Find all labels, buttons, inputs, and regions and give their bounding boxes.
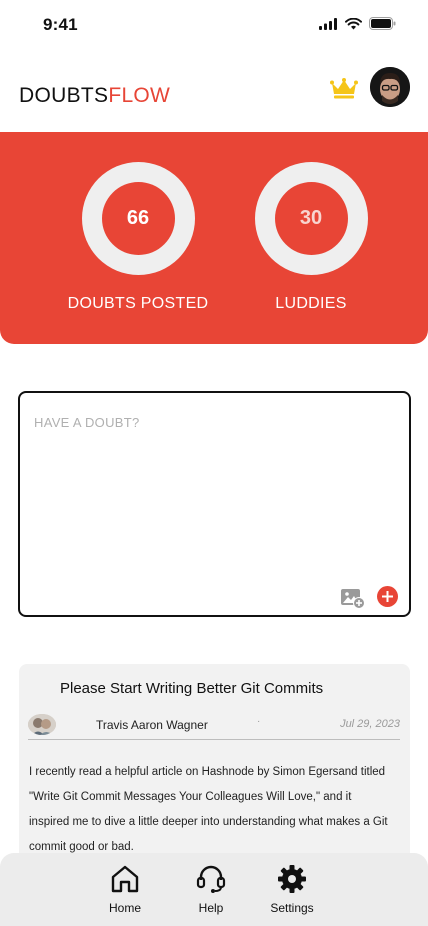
doubts-ring: 66 [81, 162, 195, 275]
app-header: DOUBTSFLOW [0, 60, 428, 128]
stats-panel: 66 DOUBTS POSTED 30 LUDDIES [0, 132, 428, 344]
stat-doubts-posted[interactable]: 66 DOUBTS POSTED [63, 162, 213, 313]
nav-label-help: Help [198, 901, 224, 915]
avatar-photo [370, 67, 410, 107]
status-time: 9:41 [43, 15, 78, 34]
add-doubt-button[interactable] [377, 586, 398, 607]
luddies-count: 30 [274, 182, 348, 255]
app-logo[interactable]: DOUBTSFLOW [19, 84, 170, 108]
nav-label-home: Home [108, 901, 141, 915]
battery-icon [369, 17, 396, 30]
author-name[interactable]: Travis Aaron Wagner [96, 718, 208, 732]
luddies-label: LUDDIES [275, 295, 347, 312]
cellular-signal-icon [319, 17, 337, 30]
status-icons [319, 17, 396, 30]
stat-luddies[interactable]: 30 LUDDIES [236, 162, 386, 313]
add-image-icon[interactable] [340, 586, 366, 610]
logo-part-flow: FLOW [108, 84, 171, 107]
nav-item-help[interactable]: Help [176, 863, 246, 915]
separator-dot: · [257, 716, 261, 727]
crown-icon[interactable] [330, 78, 358, 100]
logo-part-doubts: DOUBTS [19, 84, 109, 107]
nav-item-settings[interactable]: Settings [257, 863, 327, 915]
doubts-label: DOUBTS POSTED [67, 295, 209, 312]
luddies-ring: 30 [254, 162, 368, 275]
status-bar: 9:41 [0, 0, 428, 52]
gear-icon [278, 865, 306, 893]
doubts-count: 66 [101, 182, 175, 255]
author-row: Travis Aaron Wagner · Jul 29, 2023 [28, 714, 400, 740]
article-card[interactable]: Please Start Writing Better Git Commits … [19, 664, 410, 864]
bottom-nav: Home Help Settings [0, 853, 428, 926]
nav-label-settings: Settings [270, 901, 314, 915]
author-photo [28, 714, 56, 735]
home-icon [111, 865, 139, 893]
article-date: Jul 29, 2023 [340, 718, 400, 730]
doubt-input[interactable] [34, 415, 394, 575]
headset-icon [196, 865, 226, 893]
author-avatar[interactable] [28, 714, 56, 735]
plus-icon [382, 591, 393, 602]
doubt-composer [18, 391, 411, 617]
wifi-icon [345, 17, 362, 29]
nav-item-home[interactable]: Home [90, 863, 160, 915]
article-title[interactable]: Please Start Writing Better Git Commits [60, 680, 323, 697]
avatar[interactable] [370, 67, 410, 107]
article-body: I recently read a helpful article on Has… [29, 766, 388, 853]
